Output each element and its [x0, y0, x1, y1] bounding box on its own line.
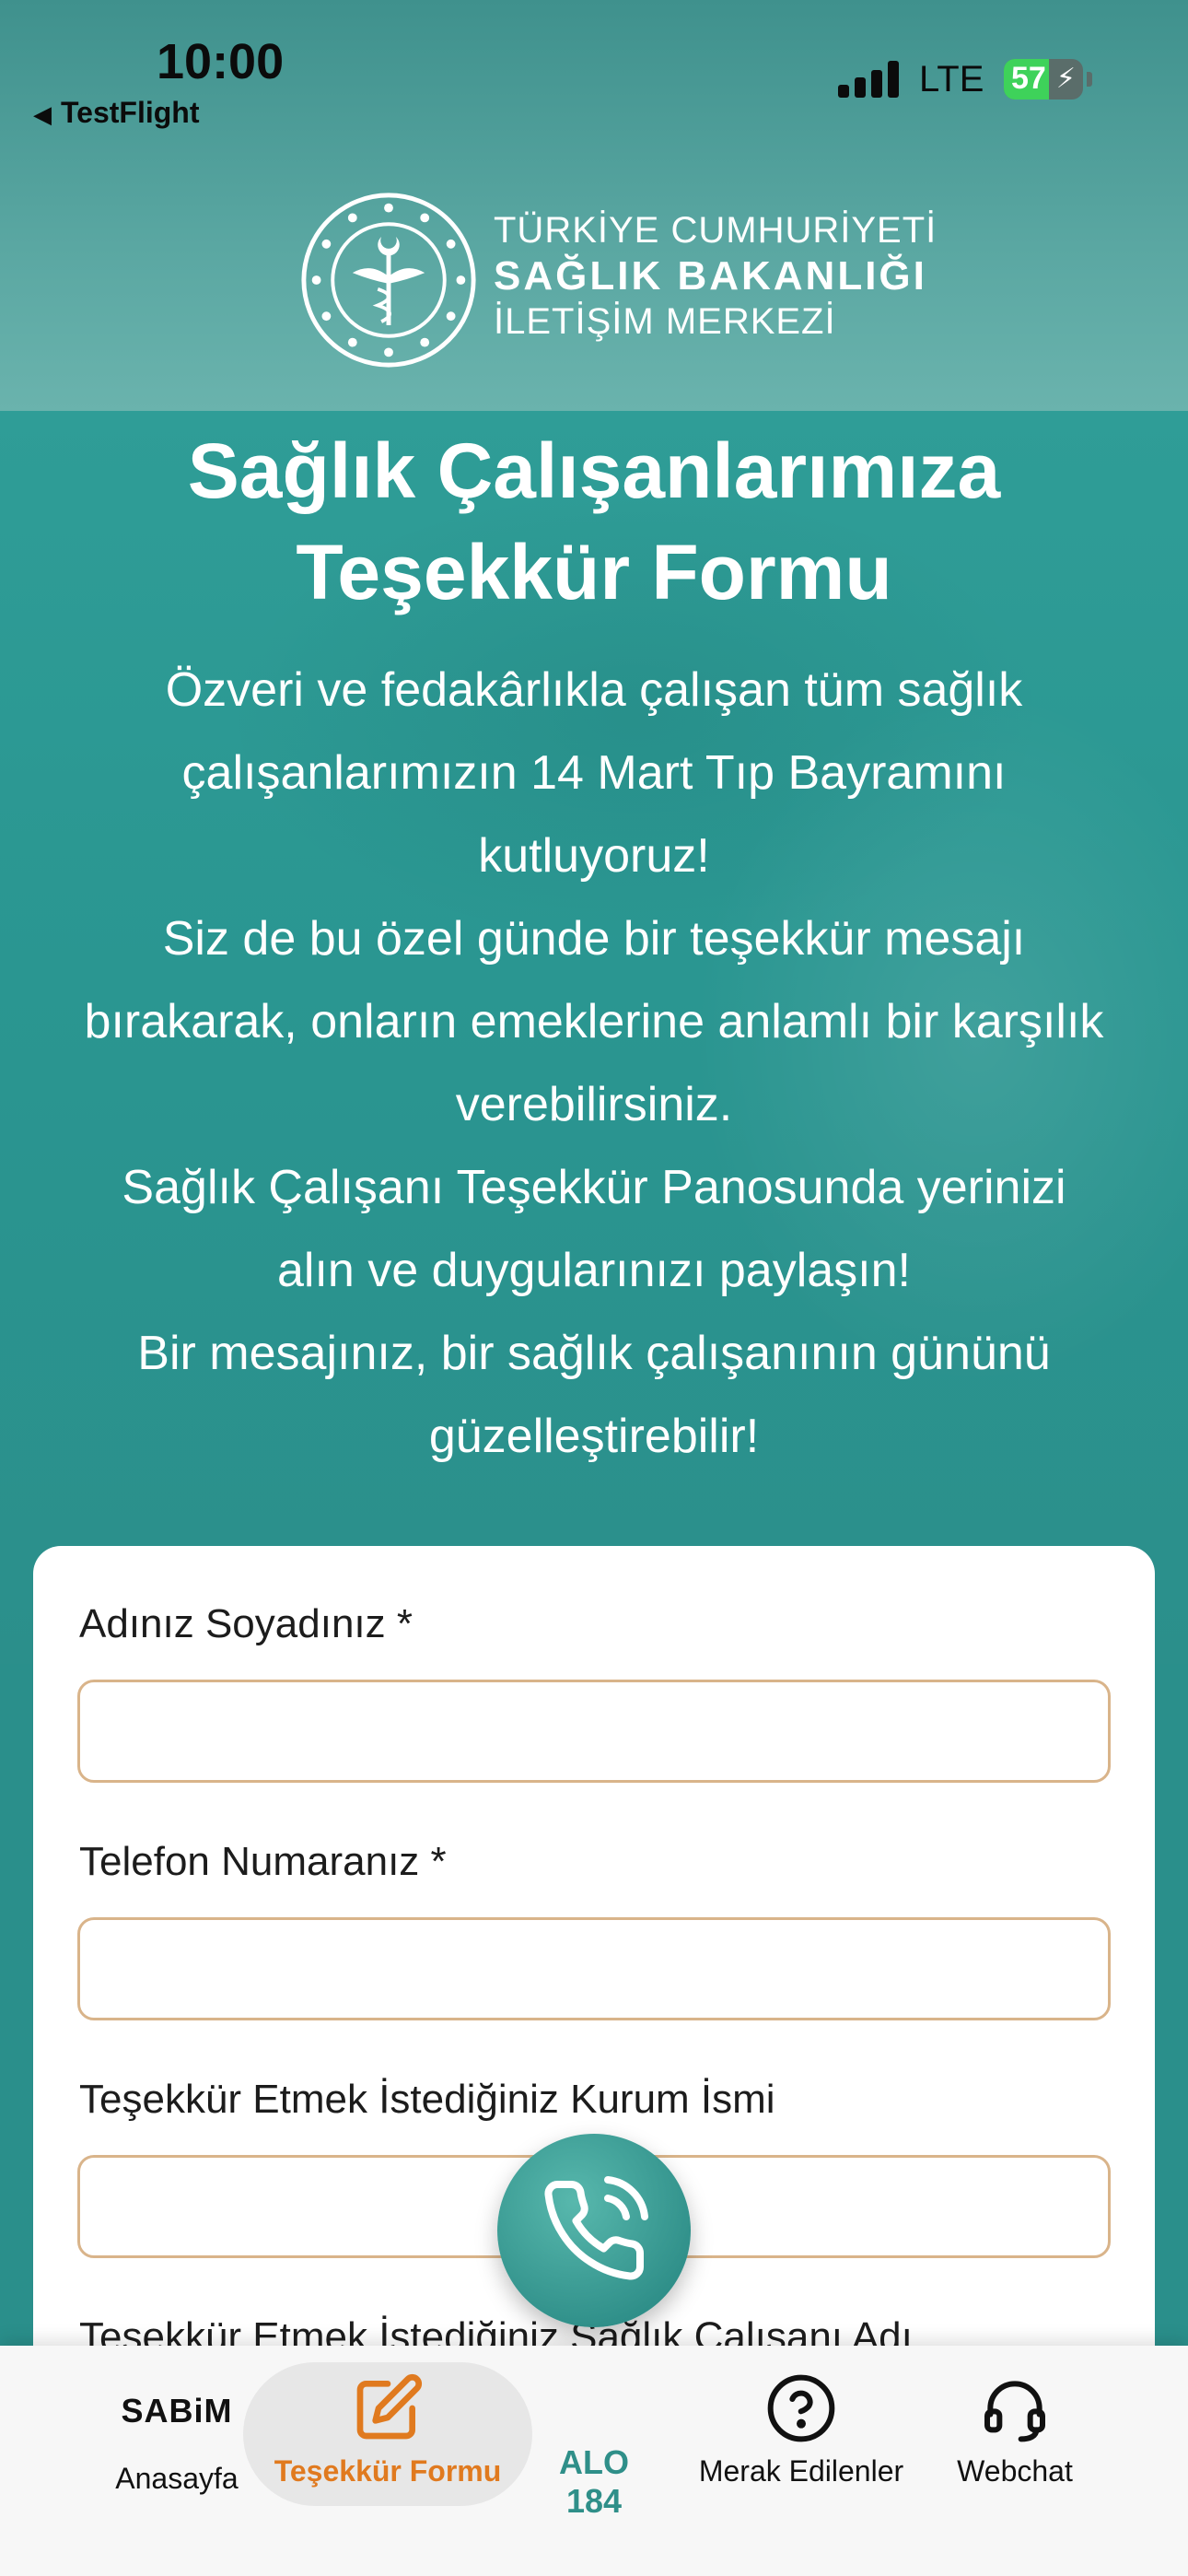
name-field-label: Adınız Soyadınız *	[79, 1601, 413, 1646]
description-line: kutluyoruz!	[478, 829, 710, 883]
charging-bolt-icon: ⚡	[1055, 64, 1076, 94]
tab-home-label: Anasayfa	[115, 2462, 239, 2495]
edit-form-icon	[356, 2373, 423, 2440]
description-line: çalışanlarımızın 14 Mart Tıp Bayramını	[181, 746, 1007, 800]
tab-faq[interactable]: Merak Edilenler	[683, 2371, 919, 2488]
description-line: Bir mesajınız, bir sağlık çalışanının gü…	[137, 1327, 1051, 1380]
description-line: Siz de bu özel günde bir teşekkür mesajı	[162, 912, 1026, 966]
phone-call-icon	[544, 2176, 648, 2280]
call-button[interactable]	[497, 2134, 691, 2327]
description-line: alın ve duygularınızı paylaşın!	[277, 1244, 911, 1297]
tab-alo-184[interactable]: ALO 184	[532, 2443, 656, 2521]
institution-field-label: Teşekkür Etmek İstediğiniz Kurum İsmi	[79, 2077, 775, 2122]
back-app-label: TestFlight	[61, 96, 200, 129]
description-line: bırakarak, onların emeklerine anlamlı bi…	[84, 995, 1104, 1048]
phone-input[interactable]	[77, 1917, 1111, 2020]
tab-faq-label: Merak Edilenler	[698, 2454, 904, 2488]
tab-form-label: Teşekkür Formu	[274, 2454, 502, 2488]
tab-home[interactable]: SABiM Anasayfa	[92, 2392, 262, 2496]
description-line: verebilirsiniz.	[455, 1078, 733, 1131]
description-line: güzelleştirebilir!	[428, 1410, 760, 1463]
screen: 10:00 ◀ TestFlight LTE 57 ⚡ TÜRKİYE CUMHU…	[0, 0, 1188, 2576]
tab-thank-you-form[interactable]: Teşekkür Formu	[262, 2371, 514, 2488]
logo-line-2: SAĞLIK BAKANLIĞI	[494, 253, 927, 299]
tab-webchat[interactable]: Webchat	[943, 2371, 1087, 2488]
battery-level: 57	[1011, 61, 1046, 96]
signal-icon	[838, 61, 903, 98]
back-to-app-link[interactable]: ◀ TestFlight	[33, 96, 200, 130]
headset-icon	[984, 2381, 1045, 2442]
network-type: LTE	[919, 59, 984, 100]
battery-icon: 57 ⚡	[1004, 59, 1083, 100]
phone-field-label: Telefon Numaranız *	[79, 1839, 447, 1884]
back-arrow-icon: ◀	[33, 100, 52, 128]
tab-webchat-label: Webchat	[957, 2454, 1073, 2488]
logo-line-3: İLETİŞİM MERKEZİ	[494, 301, 836, 342]
battery-tip	[1087, 72, 1092, 87]
description-line: Özveri ve fedakârlıkla çalışan tüm sağlı…	[165, 663, 1023, 717]
title-line: Sağlık Çalışanlarımıza	[187, 427, 1001, 514]
ministry-emblem-icon	[301, 193, 476, 368]
description-line: Sağlık Çalışanı Teşekkür Panosunda yerin…	[122, 1161, 1066, 1214]
name-input[interactable]	[77, 1680, 1111, 1783]
hero-description: Özveri ve fedakârlıkla çalışan tüm sağlı…	[28, 649, 1160, 1478]
logo-line-1: TÜRKİYE CUMHURİYETİ	[494, 210, 938, 251]
sabim-logo: SABiM	[121, 2392, 233, 2430]
ministry-logo-text: TÜRKİYE CUMHURİYETİ SAĞLIK BAKANLIĞI İLE…	[494, 210, 937, 343]
question-circle-icon	[767, 2374, 835, 2442]
title-line: Teşekkür Formu	[296, 529, 892, 615]
page-title: Sağlık Çalışanlarımıza Teşekkür Formu	[74, 420, 1114, 623]
status-time: 10:00	[157, 34, 285, 89]
